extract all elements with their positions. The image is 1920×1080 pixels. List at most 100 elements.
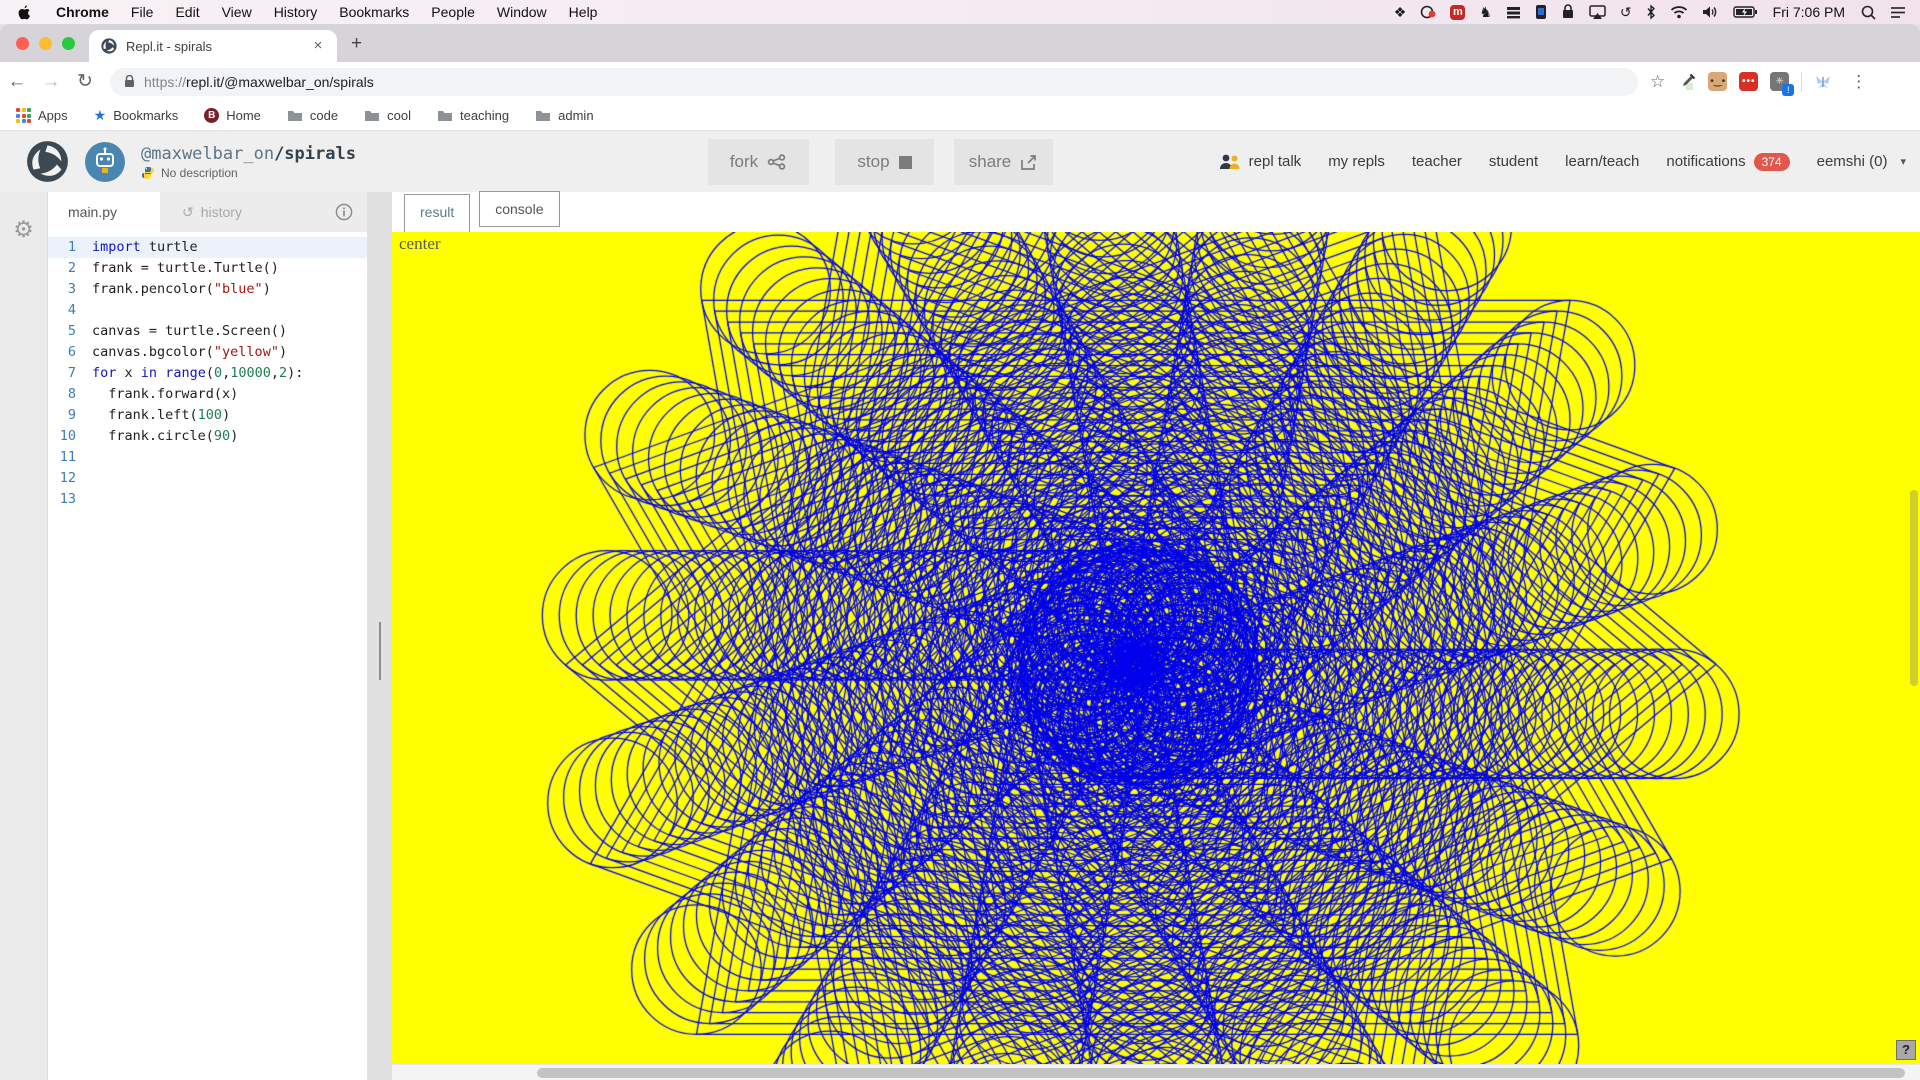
code-line[interactable]: 9 frank.left(100): [48, 405, 367, 426]
code-line[interactable]: 4: [48, 300, 367, 321]
stop-button[interactable]: stop: [835, 139, 934, 185]
code-line[interactable]: 5canvas = turtle.Screen(): [48, 321, 367, 342]
code-line[interactable]: 1import turtle: [48, 237, 367, 258]
stop-icon: [899, 156, 912, 169]
notification-center-icon[interactable]: [1890, 6, 1906, 19]
code-line[interactable]: 3frank.pencolor("blue"): [48, 279, 367, 300]
eyedropper-extension-icon[interactable]: [1677, 72, 1696, 91]
bookmark-folder-teaching[interactable]: teaching: [437, 108, 509, 123]
code-line[interactable]: 2frank = turtle.Turtle(): [48, 258, 367, 279]
forward-icon[interactable]: →: [34, 71, 68, 93]
bookmark-bookmarks[interactable]: ★ Bookmarks: [94, 107, 179, 124]
repl-owner[interactable]: @maxwelbar_on: [141, 144, 274, 164]
code-line[interactable]: 10 frank.circle(90): [48, 426, 367, 447]
menu-bookmarks[interactable]: Bookmarks: [328, 4, 420, 20]
tab-history[interactable]: ↺history: [160, 204, 335, 221]
menu-people[interactable]: People: [420, 4, 486, 20]
stack-icon[interactable]: [1506, 5, 1521, 19]
menu-edit[interactable]: Edit: [164, 4, 210, 20]
lock-bag-icon[interactable]: [1561, 4, 1575, 20]
nav-student[interactable]: student: [1489, 153, 1538, 170]
code-lines[interactable]: 1import turtle2frank = turtle.Turtle()3f…: [48, 232, 367, 1080]
share-button[interactable]: share: [954, 139, 1053, 185]
back-icon[interactable]: ←: [0, 71, 34, 93]
vertical-scrollbar-thumb[interactable]: [1910, 490, 1918, 686]
tab-main-py[interactable]: main.py: [48, 192, 160, 232]
reddots-extension-icon[interactable]: •••: [1739, 72, 1758, 91]
tab-close-icon[interactable]: ×: [309, 37, 327, 55]
code-line[interactable]: 12: [48, 468, 367, 489]
menubar-clock[interactable]: Fri 7:06 PM: [1771, 4, 1847, 20]
reload-icon[interactable]: ↻: [68, 70, 102, 93]
turtle-canvas[interactable]: [392, 232, 1920, 1064]
spotlight-search-icon[interactable]: [1861, 5, 1876, 20]
bookmark-star-icon[interactable]: ☆: [1650, 72, 1665, 92]
minimize-window-button[interactable]: [39, 37, 52, 50]
stop-label: stop: [857, 152, 889, 172]
bookmark-folder-code[interactable]: code: [287, 108, 338, 123]
gray-extension-icon[interactable]: ✳!: [1770, 72, 1789, 91]
user-menu[interactable]: eemshi (0) ▾: [1817, 153, 1906, 170]
bookmark-apps[interactable]: Apps: [16, 108, 68, 123]
code-line[interactable]: 13: [48, 489, 367, 510]
browser-tab[interactable]: Repl.it - spirals ×: [89, 30, 337, 62]
screen-record-icon[interactable]: [1420, 4, 1436, 20]
folder-icon: [287, 109, 303, 122]
apple-menu-icon[interactable]: [0, 4, 45, 21]
nav-repl-talk[interactable]: repl talk: [1218, 153, 1302, 170]
url-host: repl.it: [186, 74, 220, 90]
horizontal-scrollbar[interactable]: [392, 1064, 1920, 1080]
fairy-extension-icon[interactable]: [1814, 74, 1832, 90]
code-line[interactable]: 8 frank.forward(x): [48, 384, 367, 405]
chrome-menu-icon[interactable]: ⋮: [1844, 72, 1873, 92]
device-icon[interactable]: [1535, 4, 1547, 20]
divider-handle-icon[interactable]: [379, 622, 381, 680]
padlock-icon[interactable]: [124, 75, 135, 88]
menu-window[interactable]: Window: [486, 4, 558, 20]
address-bar[interactable]: https://repl.it/@maxwelbar_on/spirals: [110, 68, 1638, 96]
battery-icon[interactable]: [1733, 6, 1757, 18]
menu-help[interactable]: Help: [558, 4, 609, 20]
close-window-button[interactable]: [16, 37, 29, 50]
settings-gear-icon[interactable]: ⚙: [13, 216, 34, 1080]
bluetooth-icon[interactable]: [1646, 4, 1656, 20]
nav-my-repls[interactable]: my repls: [1328, 153, 1385, 170]
python-icon: [141, 166, 155, 180]
volume-icon[interactable]: [1702, 5, 1719, 19]
robot-extension-icon[interactable]: •‿•: [1708, 72, 1727, 91]
app-m-icon[interactable]: m: [1450, 5, 1465, 20]
help-button[interactable]: ?: [1896, 1040, 1916, 1060]
code-text: for x in range(0,10000,2):: [92, 363, 303, 384]
boar-icon[interactable]: ♞: [1479, 4, 1492, 21]
bookmark-home[interactable]: B Home: [204, 108, 261, 123]
new-tab-button[interactable]: +: [337, 33, 378, 62]
menu-chrome[interactable]: Chrome: [45, 4, 120, 20]
line-number: 1: [48, 237, 92, 258]
menu-view[interactable]: View: [211, 4, 263, 20]
user-avatar[interactable]: [85, 142, 125, 182]
center-link[interactable]: center: [399, 234, 441, 254]
code-line[interactable]: 6canvas.bgcolor("yellow"): [48, 342, 367, 363]
extension-badge: !: [1782, 84, 1794, 96]
code-line[interactable]: 11: [48, 447, 367, 468]
info-icon[interactable]: [335, 203, 367, 221]
nav-teacher[interactable]: teacher: [1412, 153, 1462, 170]
fork-button[interactable]: fork: [708, 139, 809, 185]
tab-result[interactable]: result: [404, 194, 470, 232]
menu-history[interactable]: History: [263, 4, 329, 20]
replit-logo[interactable]: [26, 140, 69, 183]
bookmark-folder-admin[interactable]: admin: [535, 108, 593, 123]
horizontal-scrollbar-thumb[interactable]: [537, 1068, 1905, 1078]
pane-divider[interactable]: [368, 192, 392, 1080]
zoom-window-button[interactable]: [62, 37, 75, 50]
dropbox-icon[interactable]: ❖: [1394, 4, 1407, 21]
bookmark-folder-cool[interactable]: cool: [364, 108, 411, 123]
time-machine-icon[interactable]: ↺: [1620, 4, 1632, 21]
tab-console[interactable]: console: [479, 191, 559, 227]
airplay-icon[interactable]: [1589, 5, 1606, 20]
nav-notifications[interactable]: notifications 374: [1666, 153, 1789, 171]
wifi-icon[interactable]: [1670, 5, 1688, 19]
nav-learn-teach[interactable]: learn/teach: [1565, 153, 1639, 170]
code-line[interactable]: 7for x in range(0,10000,2):: [48, 363, 367, 384]
menu-file[interactable]: File: [120, 4, 165, 20]
